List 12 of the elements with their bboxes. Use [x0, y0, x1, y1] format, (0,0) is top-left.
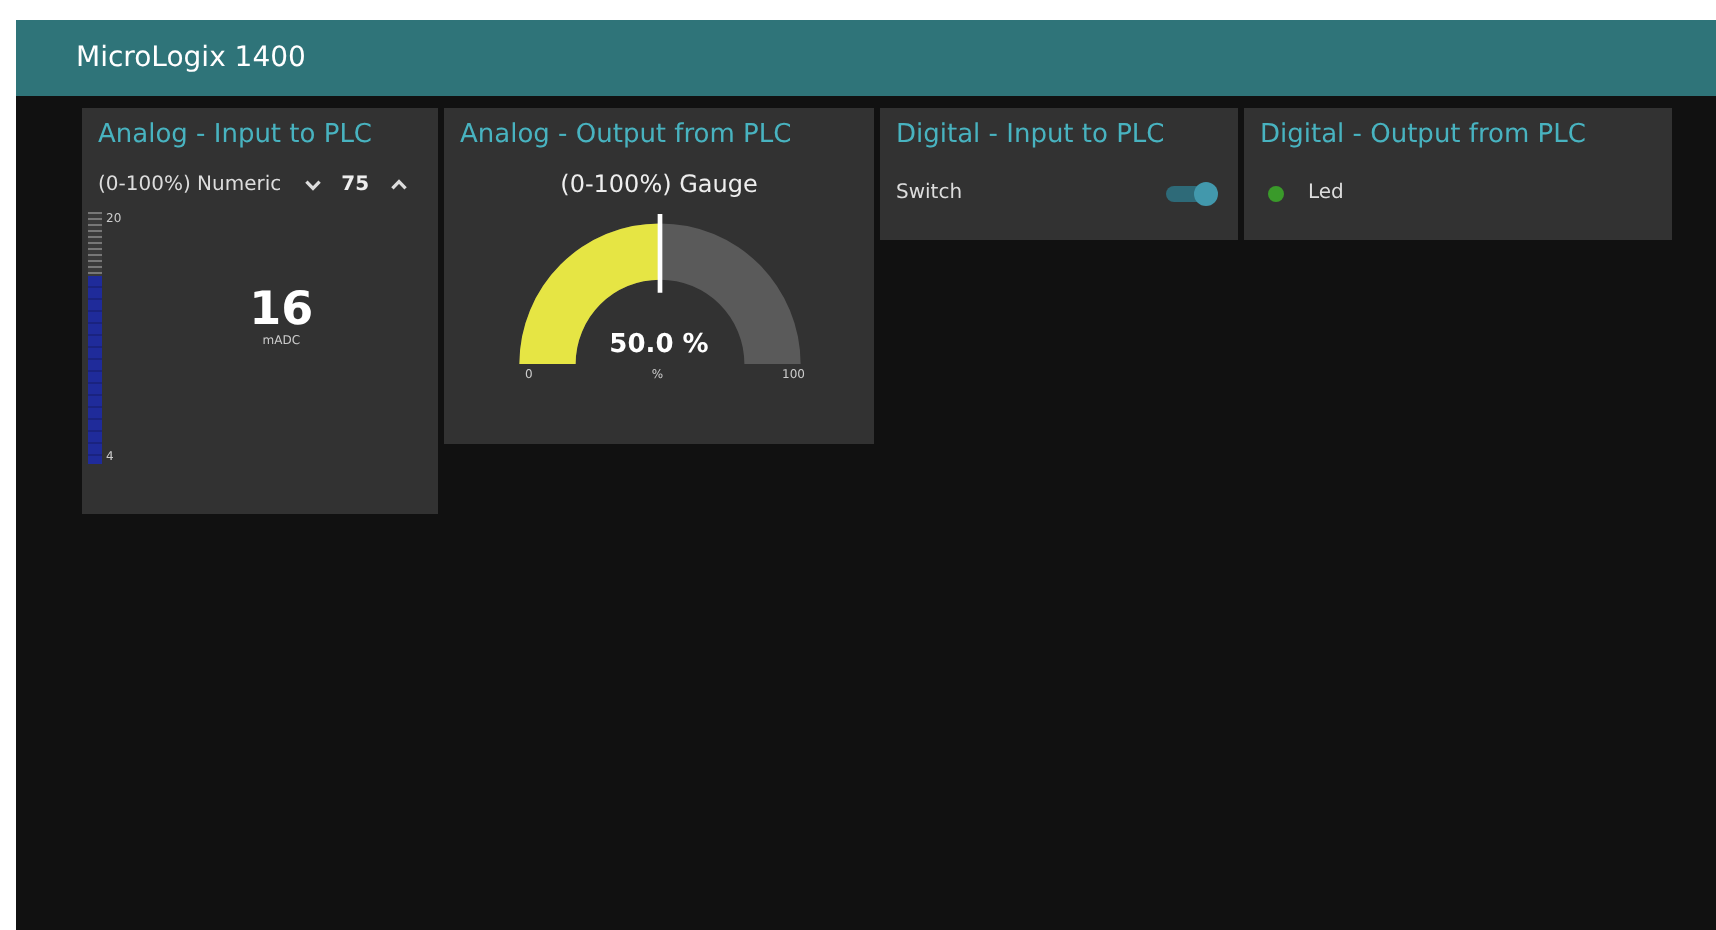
card-title: Analog - Output from PLC: [460, 120, 794, 150]
numeric-value[interactable]: 75: [341, 174, 370, 196]
card-title: Analog - Input to PLC: [98, 120, 375, 150]
card-title: Digital - Output from PLC: [1260, 120, 1588, 150]
card-title: Digital - Input to PLC: [896, 120, 1167, 150]
led-label: Led: [1308, 182, 1344, 204]
reading-value: 16: [249, 288, 314, 334]
numeric-label: (0-100%) Numeric: [98, 174, 282, 196]
gauge-label: (0-100%) Gauge: [558, 170, 760, 198]
gauge-value: 50.0 %: [607, 330, 711, 360]
app-title: MicroLogix 1400: [76, 42, 306, 74]
switch-label: Switch: [896, 182, 963, 204]
